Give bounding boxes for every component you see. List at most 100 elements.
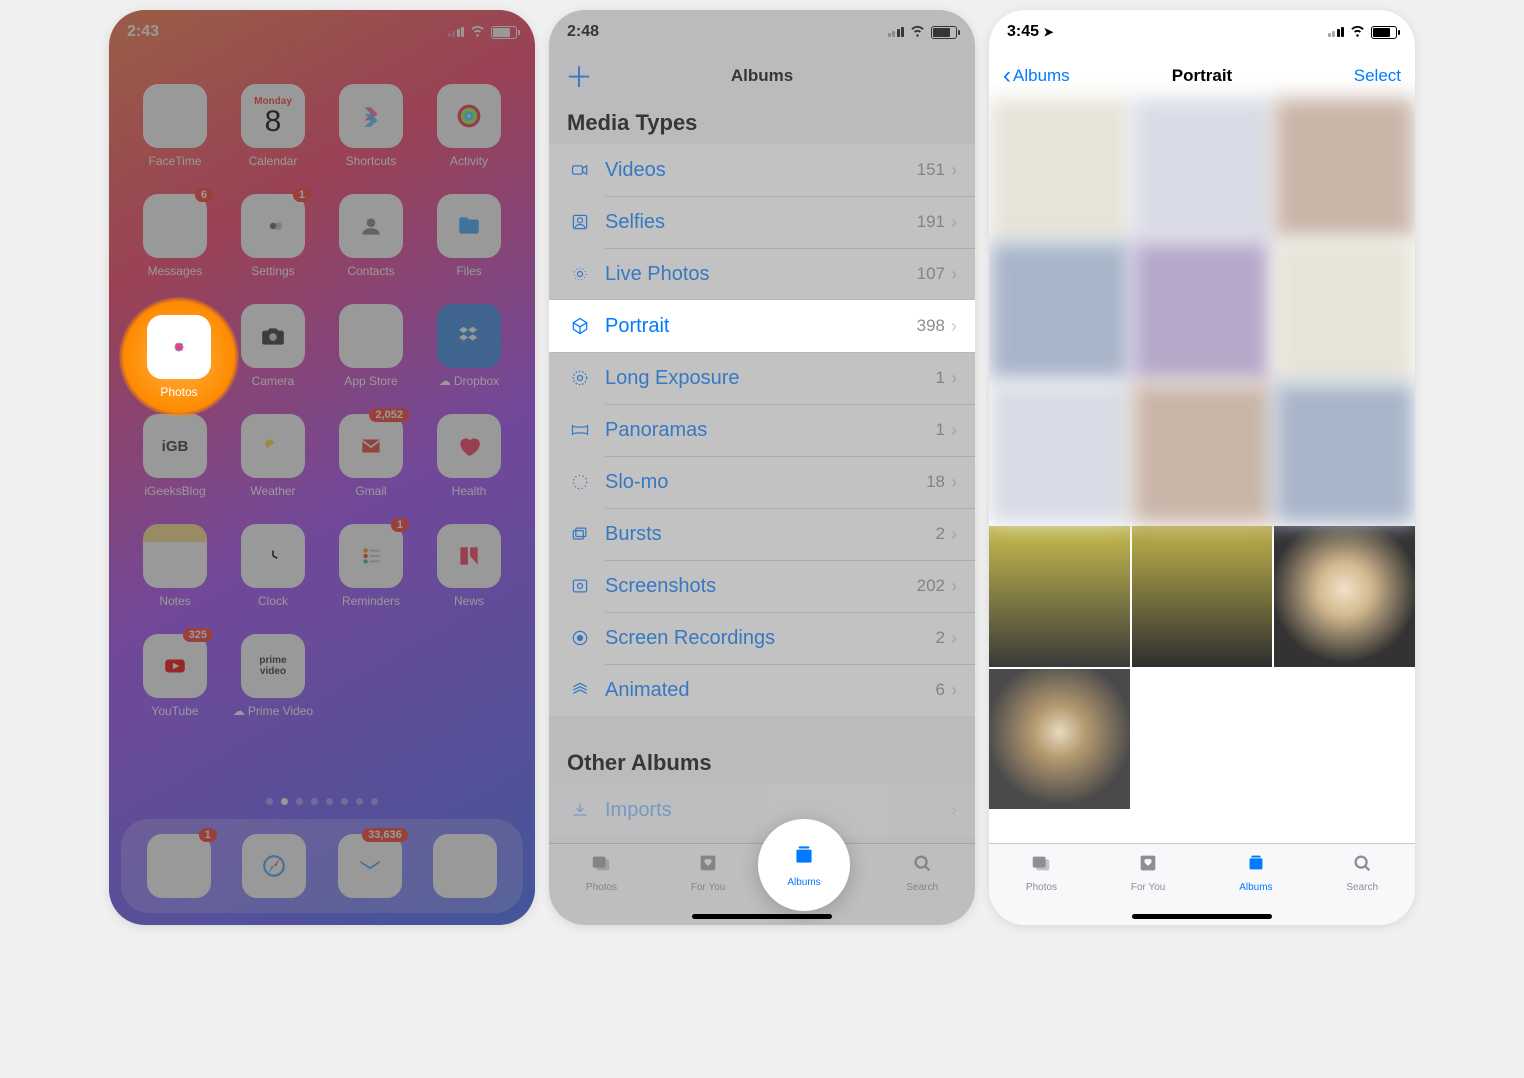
- app-appstore[interactable]: App Store: [325, 304, 417, 388]
- photo-thumbnail[interactable]: [989, 526, 1130, 667]
- chevron-right-icon: ›: [951, 212, 957, 233]
- add-button[interactable]: ＋: [565, 56, 593, 96]
- row-imports[interactable]: Imports›: [549, 784, 975, 836]
- back-button[interactable]: ‹Albums: [1003, 62, 1070, 90]
- status-bar: 2:43: [109, 10, 535, 54]
- calendar-icon: Monday8: [241, 84, 305, 148]
- app-facetime[interactable]: FaceTime: [129, 84, 221, 168]
- app-messages[interactable]: 6Messages: [129, 194, 221, 278]
- screenshot-icon: [567, 576, 593, 596]
- app-files[interactable]: Files: [423, 194, 515, 278]
- status-icons: [888, 23, 958, 42]
- row-livephotos[interactable]: Live Photos107›: [549, 248, 975, 300]
- app-clock[interactable]: Clock: [227, 524, 319, 608]
- app-settings[interactable]: 1Settings: [227, 194, 319, 278]
- app-health[interactable]: Health: [423, 414, 515, 498]
- dock-safari[interactable]: [242, 834, 306, 898]
- app-youtube[interactable]: 325YouTube: [129, 634, 221, 718]
- portrait-icon: [567, 316, 593, 336]
- photo-thumbnail[interactable]: [1274, 383, 1415, 524]
- photo-thumbnail[interactable]: [989, 98, 1130, 239]
- battery-icon: [1371, 26, 1397, 39]
- status-icons: [448, 23, 518, 42]
- dock-phone[interactable]: 1: [147, 834, 211, 898]
- gmail-icon: 2,052: [339, 414, 403, 478]
- wifi-icon: [470, 23, 485, 42]
- tab-photos[interactable]: Photos: [586, 852, 617, 925]
- hint-albums-tab[interactable]: Albums: [758, 819, 850, 911]
- app-calendar[interactable]: Monday8Calendar: [227, 84, 319, 168]
- chevron-left-icon: ‹: [1003, 62, 1011, 90]
- shortcuts-icon: [339, 84, 403, 148]
- home-indicator[interactable]: [1132, 914, 1272, 919]
- app-camera[interactable]: Camera: [227, 304, 319, 388]
- row-slomo[interactable]: Slo-mo18›: [549, 456, 975, 508]
- chevron-right-icon: ›: [951, 264, 957, 285]
- app-weather[interactable]: Weather: [227, 414, 319, 498]
- tab-photos[interactable]: Photos: [1026, 852, 1057, 925]
- foryou-tab-icon: [697, 852, 719, 880]
- reminders-icon: 1: [339, 524, 403, 588]
- app-primevideo[interactable]: primevideo☁Prime Video: [227, 634, 319, 718]
- photos-icon[interactable]: [147, 315, 211, 379]
- import-icon: [567, 800, 593, 820]
- app-dropbox[interactable]: ☁Dropbox: [423, 304, 515, 388]
- photo-thumbnail[interactable]: [1132, 526, 1273, 667]
- app-shortcuts[interactable]: Shortcuts: [325, 84, 417, 168]
- row-panoramas[interactable]: Panoramas1›: [549, 404, 975, 456]
- albums-tab-icon: [791, 842, 817, 875]
- row-animated[interactable]: Animated6›: [549, 664, 975, 716]
- app-notes[interactable]: Notes: [129, 524, 221, 608]
- tab-search[interactable]: Search: [1346, 852, 1378, 925]
- photo-thumbnail[interactable]: [1274, 241, 1415, 382]
- row-videos[interactable]: Videos151›: [549, 144, 975, 196]
- row-screenshots[interactable]: Screenshots202›: [549, 560, 975, 612]
- files-icon: [437, 194, 501, 258]
- app-reminders[interactable]: 1Reminders: [325, 524, 417, 608]
- photos-tab-icon: [1030, 852, 1052, 880]
- photo-thumbnail[interactable]: [989, 669, 1130, 810]
- status-time: 2:43: [127, 23, 159, 41]
- row-selfies[interactable]: Selfies191›: [549, 196, 975, 248]
- nav-bar: ＋ Albums: [549, 54, 975, 98]
- row-portrait[interactable]: Portrait398›: [549, 300, 975, 352]
- photo-thumbnail[interactable]: [1132, 383, 1273, 524]
- dock-music[interactable]: [433, 834, 497, 898]
- app-contacts[interactable]: Contacts: [325, 194, 417, 278]
- chevron-right-icon: ›: [951, 680, 957, 701]
- settings-icon: 1: [241, 194, 305, 258]
- contacts-icon: [339, 194, 403, 258]
- facetime-icon: [143, 84, 207, 148]
- status-time: 3:45: [1007, 23, 1039, 40]
- clock-icon: [241, 524, 305, 588]
- row-screenrec[interactable]: Screen Recordings2›: [549, 612, 975, 664]
- photo-grid[interactable]: [989, 98, 1415, 809]
- cellular-icon: [888, 27, 905, 37]
- app-igeeksblog[interactable]: iGBiGeeksBlog: [129, 414, 221, 498]
- photo-thumbnail[interactable]: [989, 241, 1130, 382]
- select-button[interactable]: Select: [1354, 66, 1401, 86]
- primevideo-icon: primevideo: [241, 634, 305, 698]
- chevron-right-icon: ›: [951, 628, 957, 649]
- app-activity[interactable]: Activity: [423, 84, 515, 168]
- photo-thumbnail[interactable]: [989, 383, 1130, 524]
- home-indicator[interactable]: [692, 914, 832, 919]
- photo-thumbnail[interactable]: [1132, 98, 1273, 239]
- dock-mail[interactable]: 33,636: [338, 834, 402, 898]
- photo-thumbnail[interactable]: [1274, 98, 1415, 239]
- row-bursts[interactable]: Bursts2›: [549, 508, 975, 560]
- wifi-icon: [910, 23, 925, 42]
- chevron-right-icon: ›: [951, 316, 957, 337]
- foryou-tab-icon: [1137, 852, 1159, 880]
- status-bar: 3:45 ➤: [989, 10, 1415, 54]
- tab-search[interactable]: Search: [906, 852, 938, 925]
- photo-thumbnail[interactable]: [1132, 241, 1273, 382]
- row-longexposure[interactable]: Long Exposure1›: [549, 352, 975, 404]
- section-media-types: Media Types: [549, 98, 975, 144]
- photo-thumbnail[interactable]: [1274, 526, 1415, 667]
- spotlight-highlight: Photos: [119, 297, 239, 417]
- youtube-icon: 325: [143, 634, 207, 698]
- app-gmail[interactable]: 2,052Gmail: [325, 414, 417, 498]
- screenrec-icon: [567, 628, 593, 648]
- app-news[interactable]: News: [423, 524, 515, 608]
